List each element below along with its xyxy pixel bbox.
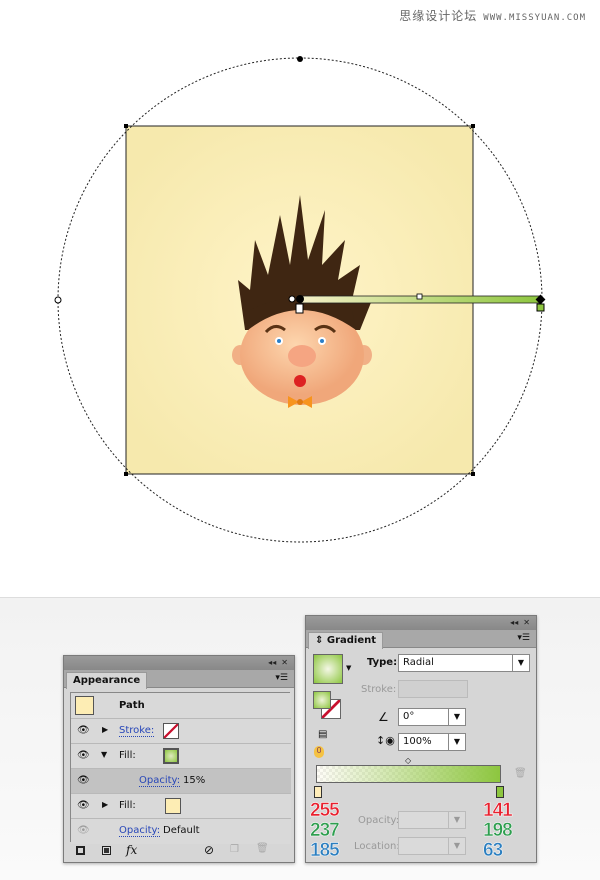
panel-collapse-close[interactable]: ◂◂ ✕ — [64, 656, 294, 670]
location-field[interactable]: ▼ — [398, 837, 466, 855]
gradient-preview-swatch[interactable] — [313, 654, 343, 684]
left-stop-blue: 185 — [310, 840, 340, 862]
gradient-panel: ◂◂ ✕ ⇕ Gradient ▾☰ ▼ ▤ 0 Type: Radial ▼ St… — [305, 615, 537, 863]
eye-icon[interactable]: 👁 — [77, 800, 90, 811]
stroke-gradient-buttons[interactable] — [398, 680, 468, 698]
panel-menu-icon[interactable]: ▾☰ — [275, 673, 288, 683]
artwork — [54, 56, 546, 543]
panel-collapse-close[interactable]: ◂◂ ✕ — [306, 616, 536, 630]
expand-arrow-icon[interactable]: ▶ — [102, 725, 108, 734]
reverse-gradient-icon[interactable]: ▤ — [318, 729, 327, 740]
opacity-field[interactable]: ▼ — [398, 811, 466, 829]
object-row[interactable]: Path — [71, 693, 291, 719]
fx-button[interactable]: fx — [126, 843, 137, 857]
eye-icon[interactable]: 👁 — [77, 725, 90, 736]
trash-icon[interactable]: 🗑 — [256, 843, 269, 854]
right-stop-blue: 63 — [483, 840, 504, 862]
add-stroke-icon[interactable] — [76, 846, 85, 855]
collapse-arrow-icon[interactable]: ▼ — [101, 750, 107, 759]
stroke-row[interactable]: 👁 ▶ Stroke: — [71, 719, 291, 744]
tab-gradient[interactable]: ⇕ Gradient — [308, 632, 384, 649]
chevron-down-icon[interactable]: ▼ — [346, 664, 351, 672]
object-opacity-row[interactable]: 👁 Opacity: Default — [71, 819, 291, 844]
expand-arrow-icon[interactable]: ▶ — [102, 800, 108, 809]
left-stop-green: 237 — [310, 820, 340, 842]
fill-row-gradient[interactable]: 👁 ▼ Fill: — [71, 744, 291, 769]
opacity-row-selected[interactable]: 👁 Opacity: 15% — [71, 769, 291, 794]
left-stop-red: 255 — [310, 800, 340, 822]
midpoint-diamond[interactable]: ◇ — [405, 756, 411, 765]
add-fill-icon[interactable] — [102, 846, 111, 855]
eye-icon[interactable]: 👁 — [77, 750, 90, 761]
opacity-link[interactable]: Opacity: — [139, 775, 181, 787]
opacity-label: Opacity: — [358, 815, 400, 826]
tab-appearance[interactable]: Appearance — [66, 672, 148, 689]
aspect-ratio-icon: ↕◉ — [376, 734, 395, 747]
artboard-canvas[interactable]: 思缘设计论坛 WWW.MISSYUAN.COM — [0, 0, 600, 598]
delete-stop-icon[interactable]: 🗑 — [514, 768, 527, 779]
object-label: Path — [119, 700, 145, 711]
left-color-stop[interactable] — [314, 786, 322, 798]
stroke-link[interactable]: Stroke: — [119, 725, 155, 737]
right-stop-red: 141 — [483, 800, 513, 822]
gradient-slider[interactable] — [316, 765, 501, 783]
duplicate-icon[interactable]: ❐ — [230, 844, 239, 855]
right-color-stop[interactable] — [496, 786, 504, 798]
eye-icon[interactable]: 👁 — [77, 775, 90, 786]
fill-label: Fill: — [119, 750, 136, 761]
type-select[interactable]: Radial ▼ — [398, 654, 530, 672]
type-label: Type: — [367, 657, 398, 668]
aspect-ratio-field[interactable]: 100% ▼ — [398, 733, 466, 751]
fill-swatch[interactable] — [313, 691, 331, 709]
location-label: Location: — [354, 841, 400, 852]
opacity-link[interactable]: Opacity: — [119, 825, 161, 837]
fill-gradient-swatch[interactable] — [163, 748, 179, 764]
fill-row-solid[interactable]: 👁 ▶ Fill: — [71, 794, 291, 819]
opacity-value: Default — [163, 825, 200, 836]
appearance-panel: ◂◂ ✕ Appearance ▾☰ Path 👁 ▶ Stroke: 👁 ▼ F… — [63, 655, 295, 863]
stroke-swatch[interactable] — [163, 723, 179, 739]
angle-field[interactable]: 0° ▼ — [398, 708, 466, 726]
badge: 0 — [314, 746, 324, 758]
right-stop-green: 198 — [483, 820, 513, 842]
object-thumbnail — [75, 696, 94, 715]
eye-icon[interactable]: 👁 — [77, 825, 90, 836]
fill-label: Fill: — [119, 800, 136, 811]
fill-solid-swatch[interactable] — [165, 798, 181, 814]
opacity-value: 15% — [183, 775, 206, 786]
angle-icon: ∠ — [378, 710, 389, 724]
clear-appearance-icon[interactable]: ⊘ — [204, 843, 214, 857]
stroke-label: Stroke: — [361, 684, 397, 695]
panel-menu-icon[interactable]: ▾☰ — [517, 633, 530, 643]
